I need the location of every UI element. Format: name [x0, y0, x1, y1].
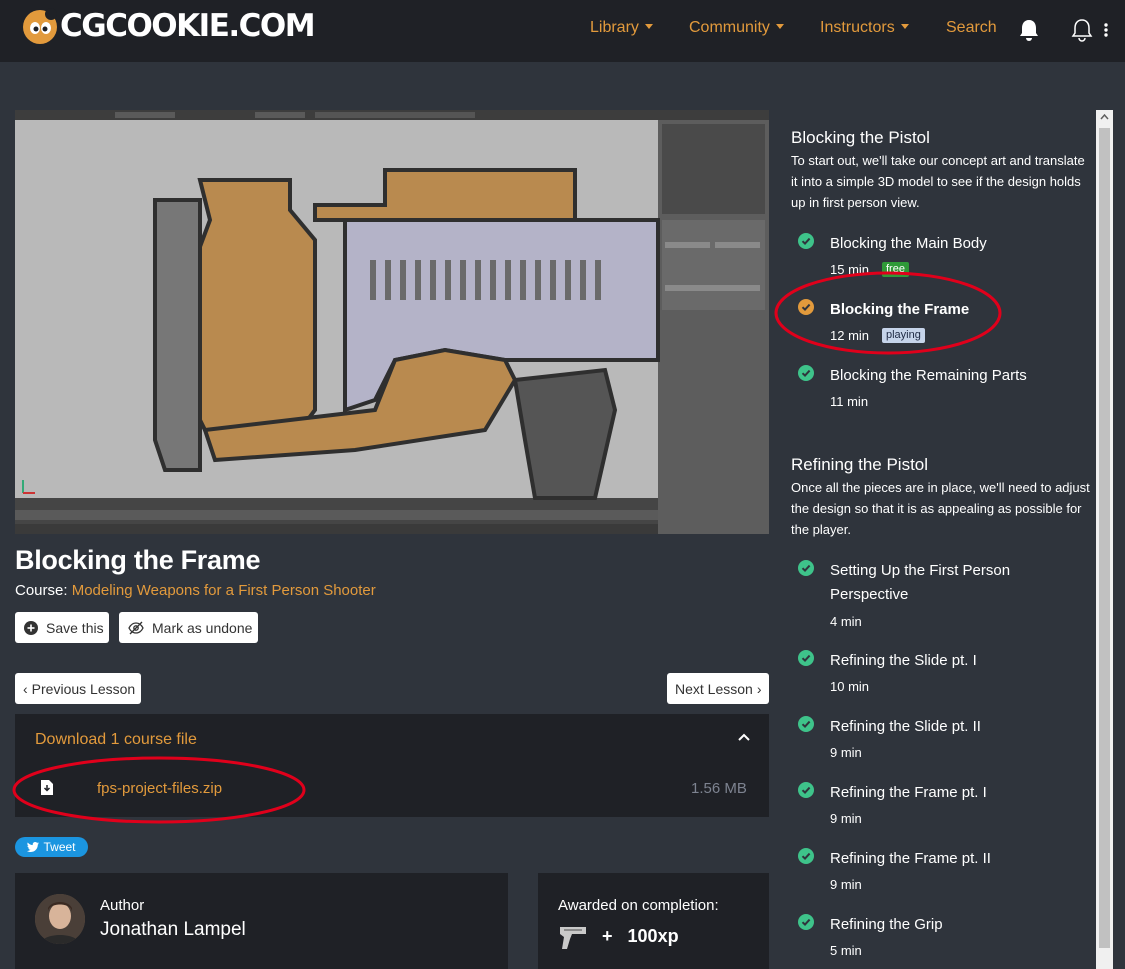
lesson-item-name: Refining the Slide pt. I — [830, 652, 977, 669]
course-link[interactable]: Modeling Weapons for a First Person Shoo… — [72, 582, 376, 599]
tweet-button[interactable]: Tweet — [15, 837, 88, 857]
lesson-item-name: Refining the Slide pt. II — [830, 718, 981, 735]
caret-down-icon — [644, 24, 653, 29]
previous-lesson-button[interactable]: ‹ Previous Lesson — [15, 673, 141, 704]
notification-bell-icon[interactable] — [1018, 18, 1040, 42]
nav-community-label: Community — [689, 19, 770, 36]
download-file-link[interactable]: fps-project-files.zip — [97, 780, 222, 797]
lesson-item-duration: 10 min — [830, 679, 870, 694]
nav-library-label: Library — [590, 19, 639, 36]
file-download-icon — [41, 780, 53, 795]
download-panel: Download 1 course file fps-project-files… — [15, 714, 769, 817]
video-frame-image — [15, 110, 769, 534]
course-label: Course: — [15, 582, 68, 599]
lesson-item-duration: 9 min — [830, 811, 862, 826]
caret-down-icon — [775, 24, 784, 29]
check-circle-icon — [798, 716, 814, 732]
author-avatar-image — [35, 894, 85, 944]
next-lesson-label: Next Lesson — [675, 680, 753, 697]
lesson-item-name: Refining the Frame pt. I — [830, 784, 987, 801]
check-circle-icon — [798, 782, 814, 798]
section-title: Refining the Pistol — [791, 455, 929, 474]
scroll-up-arrow-icon[interactable] — [1096, 110, 1113, 124]
lesson-item-name: Blocking the Main Body — [830, 235, 987, 252]
save-this-button[interactable]: Save this — [15, 612, 109, 643]
award-plus: + — [602, 926, 613, 946]
scrollbar-thumb[interactable] — [1099, 128, 1110, 948]
lesson-item-name: Refining the Grip — [830, 916, 943, 933]
tweet-label: Tweet — [43, 840, 76, 854]
check-circle-icon — [798, 233, 814, 249]
check-circle-icon — [798, 365, 814, 381]
lesson-item-duration: 4 min — [830, 614, 862, 629]
lesson-item-duration: 12 min — [830, 328, 870, 343]
previous-lesson-label: Previous Lesson — [31, 680, 136, 697]
check-circle-icon — [798, 848, 814, 864]
chevron-right-icon: › — [756, 680, 762, 697]
award-xp: + 100xp — [602, 926, 679, 947]
site-logo-text[interactable]: CGCOOKIE.COM — [60, 8, 316, 44]
mark-as-undone-label: Mark as undone — [152, 619, 253, 636]
author-panel: Author Jonathan Lampel — [15, 873, 508, 969]
award-panel: Awarded on completion: + 100xp — [538, 873, 769, 969]
course-lesson-list: Blocking the Pistol To start out, we'll … — [790, 110, 1096, 969]
chevron-left-icon: ‹ — [23, 680, 28, 697]
check-circle-current-icon — [798, 299, 814, 315]
check-circle-icon — [798, 650, 814, 666]
lesson-item-duration: 15 min — [830, 262, 870, 277]
section-title: Blocking the Pistol — [791, 128, 930, 147]
lesson-item-duration: 9 min — [830, 877, 862, 892]
lesson-item-name: Blocking the Frame — [830, 301, 970, 318]
save-this-label: Save this — [46, 619, 104, 636]
author-label: Author — [100, 897, 145, 914]
next-lesson-button[interactable]: Next Lesson › — [667, 673, 769, 704]
course-line: Course: Modeling Weapons for a First Per… — [15, 582, 376, 599]
check-circle-icon — [798, 560, 814, 576]
lesson-item-duration: 11 min — [830, 394, 869, 409]
section-description: To start out, we'll take our concept art… — [791, 153, 1085, 210]
plus-circle-icon — [24, 620, 38, 635]
lesson-title: Blocking the Frame — [15, 545, 261, 575]
eye-slash-icon — [128, 621, 144, 634]
download-panel-title[interactable]: Download 1 course file — [35, 731, 197, 749]
nav-instructors[interactable]: Instructors — [820, 19, 909, 37]
check-circle-icon — [798, 914, 814, 930]
more-options-icon[interactable] — [1104, 23, 1108, 37]
author-avatar[interactable] — [35, 894, 85, 944]
lesson-item-duration: 5 min — [830, 943, 862, 958]
award-xp-value: 100xp — [627, 926, 679, 946]
lesson-video-player[interactable] — [15, 110, 769, 534]
top-nav-bar: CGCOOKIE.COM Library Community Instructo… — [0, 0, 1125, 62]
nav-library[interactable]: Library — [590, 19, 653, 37]
author-name[interactable]: Jonathan Lampel — [100, 919, 246, 941]
section-description: Once all the pieces are in place, we'll … — [791, 480, 1090, 537]
nav-search[interactable]: Search — [946, 19, 997, 37]
nav-community[interactable]: Community — [689, 19, 784, 37]
download-file-size: 1.56 MB — [691, 780, 747, 797]
lesson-item-name: Blocking the Remaining Parts — [830, 367, 1027, 384]
pistol-badge-icon — [560, 927, 586, 949]
playing-badge: playing — [882, 328, 925, 343]
cgcookie-logo-icon[interactable] — [20, 6, 60, 46]
lesson-item-duration: 9 min — [830, 745, 862, 760]
caret-down-icon — [900, 24, 909, 29]
chevron-up-icon[interactable] — [737, 732, 751, 742]
lesson-item-name: Refining the Frame pt. II — [830, 850, 991, 867]
nav-instructors-label: Instructors — [820, 19, 895, 36]
free-badge: free — [882, 262, 909, 277]
lesson-item-name: Setting Up the First Person Perspective — [830, 562, 1011, 603]
mark-as-undone-button[interactable]: Mark as undone — [119, 612, 258, 643]
twitter-bird-icon — [27, 842, 40, 852]
award-label: Awarded on completion: — [558, 897, 719, 914]
notification-bell-outline-icon[interactable] — [1071, 18, 1093, 42]
sidebar-scrollbar[interactable] — [1096, 110, 1113, 969]
